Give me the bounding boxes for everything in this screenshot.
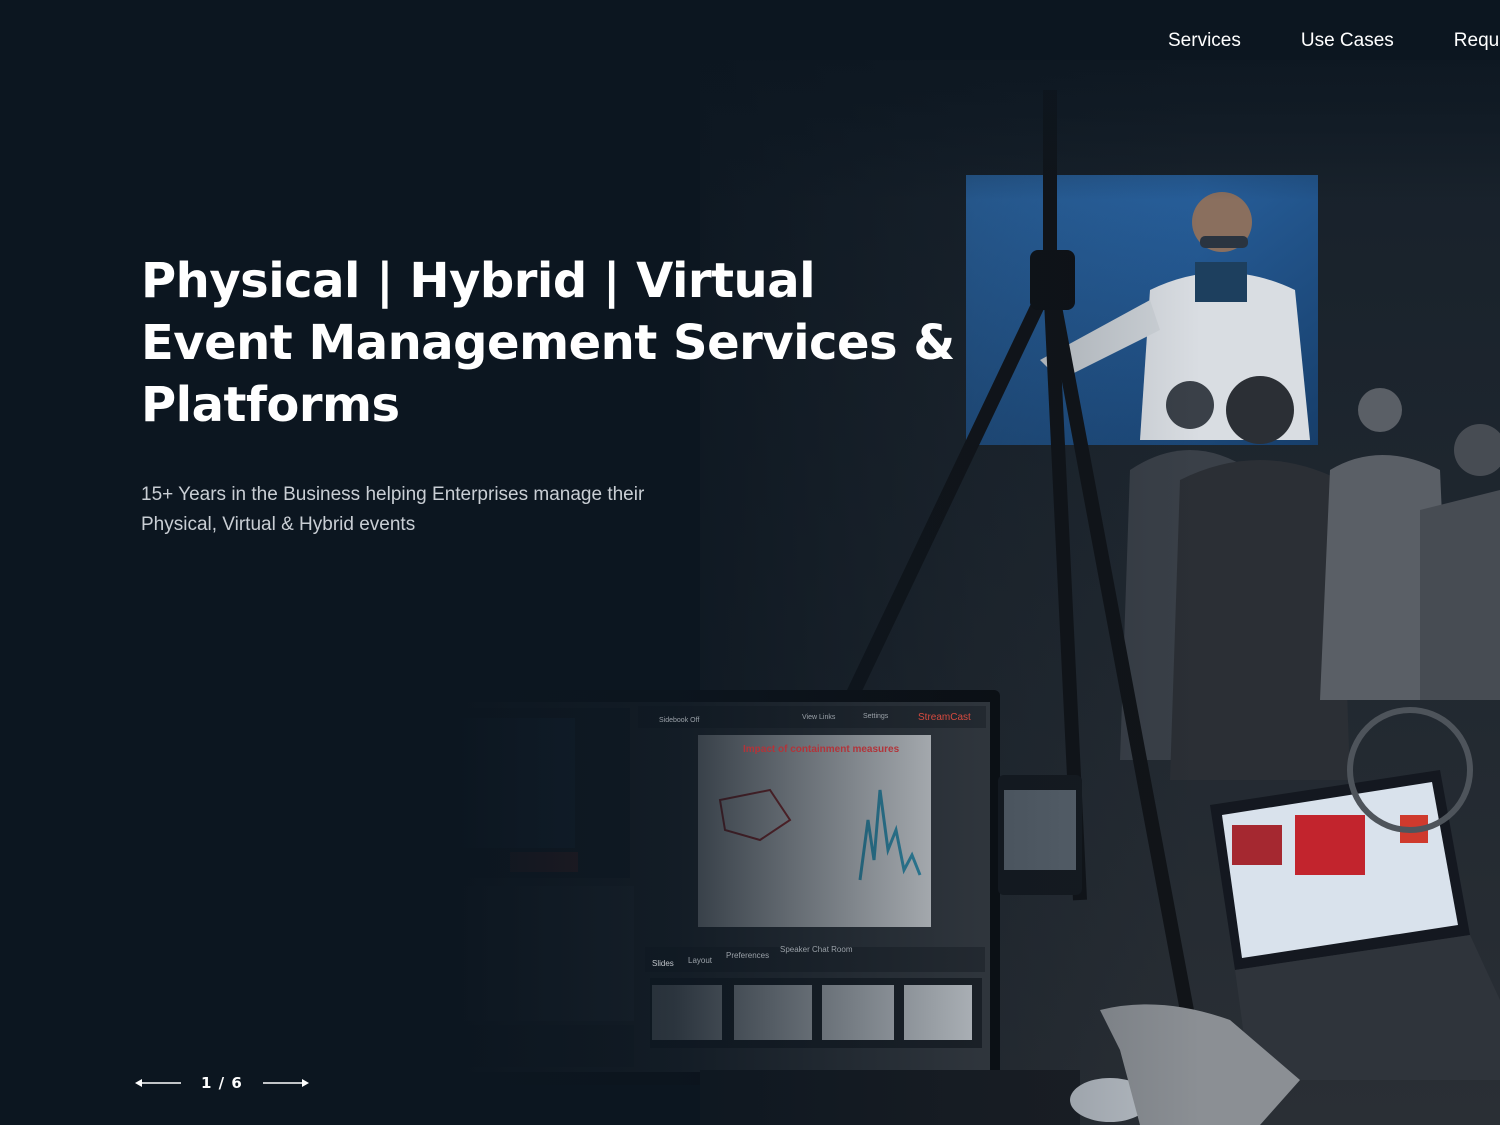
top-navigation: Services Use Cases Requ (1168, 30, 1499, 52)
nav-item-request[interactable]: Requ (1454, 30, 1499, 52)
current-slide: 1 (201, 1074, 213, 1092)
headline-line: Event Management Services & (141, 315, 955, 371)
slide-counter: 1 / 6 (201, 1074, 243, 1092)
headline-line: Physical | Hybrid | Virtual (141, 253, 816, 309)
hero-section: Services Use Cases Requ Physical | Hybri… (0, 0, 1500, 1125)
hero-background-photo (425, 60, 1500, 1125)
total-slides: 6 (231, 1074, 243, 1092)
nav-item-services[interactable]: Services (1168, 30, 1241, 52)
slide-pagination: 1 / 6 (133, 1070, 311, 1096)
hero-headline: Physical | Hybrid | Virtual Event Manage… (141, 250, 955, 436)
headline-line: Platforms (141, 377, 400, 433)
previous-arrow-icon[interactable] (133, 1070, 183, 1096)
nav-item-use-cases[interactable]: Use Cases (1301, 30, 1394, 52)
hero-subtitle: 15+ Years in the Business helping Enterp… (141, 480, 681, 540)
subtitle-line: 15+ Years in the Business helping Enterp… (141, 484, 645, 505)
next-arrow-icon[interactable] (261, 1070, 311, 1096)
subtitle-line: Physical, Virtual & Hybrid events (141, 514, 416, 535)
counter-separator: / (218, 1074, 226, 1092)
streaming-monitor (425, 690, 1000, 1085)
